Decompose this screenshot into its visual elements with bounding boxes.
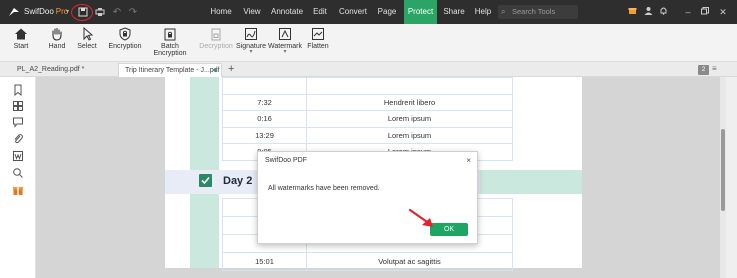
tab-list-menu-icon[interactable]: ≡ [712, 64, 717, 73]
menu-help[interactable]: Help [472, 0, 494, 24]
swifdoo-logo-icon [9, 8, 19, 16]
menu-annotate[interactable]: Annotate [270, 0, 304, 24]
dialog-title: SwifDoo PDF [265, 157, 308, 164]
encryption-tool-button[interactable]: Encryption [108, 27, 142, 59]
window-close-icon[interactable]: ✕ [716, 5, 730, 19]
activity-cell: Lorem ipsum [306, 110, 513, 128]
table-row: 7:32 Hendrerit libero [222, 93, 513, 111]
menu-view[interactable]: View [240, 0, 264, 24]
message-dialog: SwifDoo PDF × All watermarks have been r… [257, 151, 478, 244]
day-heading: Day 2 [223, 175, 253, 187]
table-row: 13:29 Lorem ipsum [222, 126, 513, 144]
activity-cell: Lorem ipsum [306, 126, 513, 144]
table-row: 0:16 Lorem ipsum [222, 110, 513, 128]
time-cell: 15:01 [222, 252, 307, 271]
signature-dropdown-marker[interactable]: ▾ [236, 49, 266, 55]
select-tool-button[interactable]: Select [75, 27, 99, 59]
activity-cell: Volutpat ac sagittis [306, 252, 513, 271]
flatten-tool-label: Flatten [307, 43, 329, 50]
search-icon: ⌕ [501, 7, 506, 16]
watermark-tool-button[interactable]: Watermark ▾ [268, 27, 302, 59]
time-cell [222, 77, 307, 95]
left-sidebar [0, 77, 36, 278]
gift-icon[interactable] [625, 5, 639, 19]
tab-label: PL_A2_Reading.pdf * [17, 66, 85, 73]
decryption-tool-label: Decryption [199, 43, 233, 50]
search-placeholder: Search Tools [512, 7, 556, 16]
signature-tool-button[interactable]: Signature ▾ [236, 27, 266, 59]
encryption-tool-label: Encryption [108, 43, 142, 50]
right-panel-gutter [726, 77, 737, 278]
unlock-icon [211, 28, 221, 41]
menu-share[interactable]: Share [442, 0, 466, 24]
attachment-icon[interactable] [12, 133, 24, 145]
batch-lock-icon [164, 28, 176, 41]
time-cell: 0:16 [222, 110, 307, 128]
save-icon[interactable] [76, 5, 90, 19]
watermark-icon [279, 28, 291, 40]
menu-home[interactable]: Home [207, 0, 235, 24]
day-checkbox-icon [199, 174, 212, 187]
new-tab-button[interactable]: + [228, 63, 234, 76]
protect-ribbon: Start Hand Select Encryption Batch Encry… [0, 24, 737, 62]
undo-icon[interactable]: ↶ [110, 5, 124, 19]
title-bar: SwifDoo Pro ▾ ↶ ↷ Home View Annotate Edit… [0, 0, 737, 24]
day-band-accent [480, 170, 582, 194]
lock-shield-icon [119, 27, 131, 41]
dialog-message: All watermarks have been removed. [268, 185, 380, 192]
redo-icon[interactable]: ↷ [126, 5, 140, 19]
time-cell: 13:29 [222, 126, 307, 144]
search-tools-box[interactable]: ⌕ Search Tools [498, 5, 578, 19]
bookmark-icon[interactable] [12, 84, 24, 96]
select-tool-label: Select [77, 43, 97, 50]
menu-convert[interactable]: Convert [336, 0, 370, 24]
dialog-close-icon[interactable]: × [466, 156, 471, 165]
cursor-icon [83, 27, 94, 41]
search-icon[interactable] [12, 167, 24, 179]
day1-schedule-table: 7:32 Hendrerit libero 0:16 Lorem ipsum 13:… [222, 77, 513, 161]
word-count-icon[interactable] [12, 150, 24, 162]
tab-pl-a2-reading[interactable]: PL_A2_Reading.pdf * [11, 63, 111, 77]
flatten-icon [312, 28, 324, 40]
table-row [222, 77, 513, 95]
hand-tool-label: Hand [48, 43, 66, 50]
red-pointer-arrow-icon [408, 208, 433, 227]
notification-bell-icon[interactable] [656, 5, 670, 19]
app-menu-caret[interactable]: ▾ [66, 8, 69, 15]
print-icon[interactable] [93, 5, 107, 19]
decryption-tool-button: Decryption [199, 27, 233, 59]
tab-trip-itinerary[interactable]: Trip Itinerary Template - J...pdf * ● [118, 63, 222, 87]
account-icon[interactable] [641, 5, 655, 19]
hand-icon [52, 27, 62, 41]
tab-count-badge[interactable]: 2 [698, 65, 709, 75]
minimize-icon[interactable]: – [681, 5, 695, 19]
home-icon [15, 28, 27, 40]
app-name: SwifDoo Pro [24, 7, 69, 16]
activity-cell [306, 77, 513, 95]
flatten-tool-button[interactable]: Flatten [306, 27, 330, 59]
table-row: 15:01 Volutpat ac sagittis [222, 252, 513, 271]
comment-icon[interactable] [12, 116, 24, 128]
batch-encryption-tool-label: Batch Encryption [153, 43, 187, 57]
start-tool-label: Start [13, 43, 29, 50]
menu-edit[interactable]: Edit [309, 0, 331, 24]
batch-encryption-tool-button[interactable]: Batch Encryption [145, 27, 195, 59]
activity-cell: Hendrerit libero [306, 93, 513, 111]
hand-tool-button[interactable]: Hand [45, 27, 69, 59]
menu-protect[interactable]: Protect [404, 0, 437, 24]
time-cell: 7:32 [222, 93, 307, 111]
thumbnails-icon[interactable] [12, 100, 24, 112]
restore-icon[interactable] [698, 5, 712, 19]
gift-icon[interactable] [12, 184, 24, 196]
start-tool-button[interactable]: Start [9, 27, 33, 59]
scrollbar-thumb[interactable] [721, 129, 725, 211]
document-tab-bar: PL_A2_Reading.pdf * Trip Itinerary Templ… [0, 62, 737, 87]
watermark-dropdown-marker[interactable]: ▾ [268, 49, 302, 55]
menu-page[interactable]: Page [375, 0, 399, 24]
signature-icon [245, 28, 257, 40]
tab-close-icon[interactable]: ● [213, 64, 217, 77]
